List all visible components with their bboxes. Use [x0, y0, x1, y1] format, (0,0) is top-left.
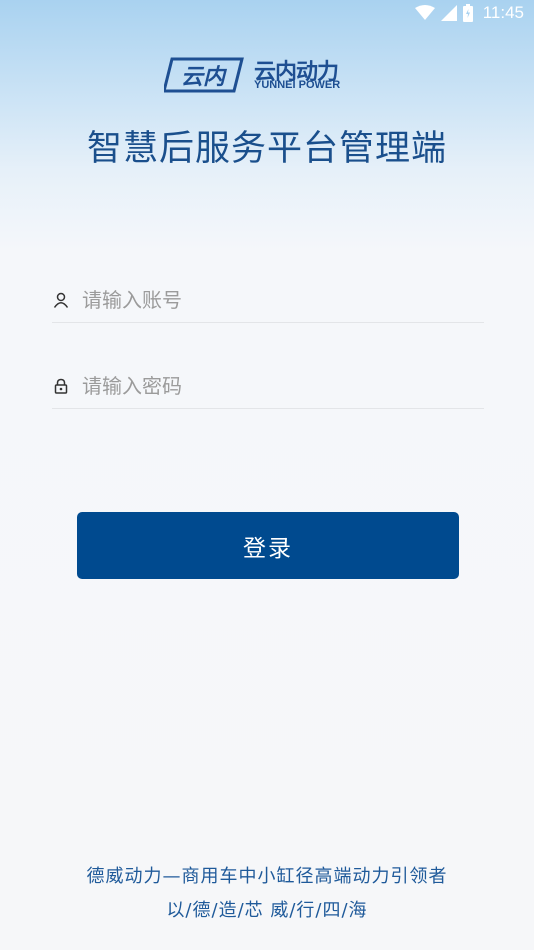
company-logo: 云内 云内动力 YUNNEI POWER — [164, 54, 374, 96]
status-time: 11:45 — [482, 3, 524, 22]
logo-emblem-icon: 云内 — [164, 57, 244, 93]
wifi-icon — [414, 5, 435, 20]
page-title: 智慧后服务平台管理端 — [86, 129, 447, 169]
logo-mark: 云内 — [181, 65, 228, 90]
battery-icon — [462, 4, 473, 22]
password-input[interactable] — [80, 373, 464, 399]
status-bar: 11:45 — [0, 0, 534, 28]
slogan-line-2: 以/德/造/芯 威/行/四/海 — [166, 900, 368, 921]
cellular-signal-icon — [440, 5, 457, 21]
status-icons: 11:45 — [414, 3, 524, 23]
logo-brand-en: YUNNEI POWER — [254, 79, 341, 91]
account-field[interactable] — [52, 278, 484, 323]
password-field[interactable] — [52, 364, 484, 409]
user-icon — [52, 291, 70, 309]
login-button[interactable]: 登录 — [77, 512, 459, 579]
lock-icon — [52, 377, 70, 395]
slogan-line-1: 德威动力—商用车中小缸径高端动力引领者 — [86, 866, 448, 887]
account-input[interactable] — [80, 287, 464, 313]
